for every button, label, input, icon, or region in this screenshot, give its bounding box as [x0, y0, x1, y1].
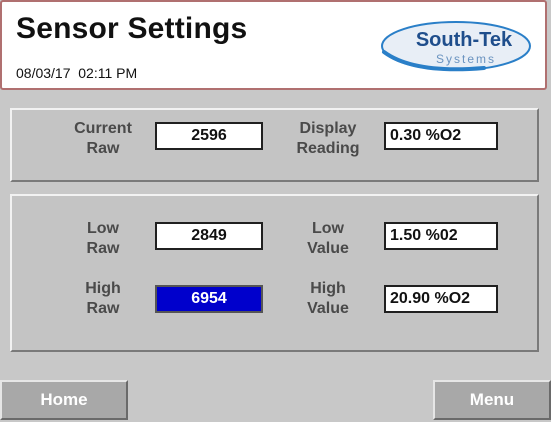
home-button[interactable]: Home	[0, 380, 128, 420]
header: Sensor Settings 08/03/17 02:11 PM South-…	[0, 0, 547, 90]
high-value-label: High Value	[307, 280, 349, 317]
low-value-field[interactable]: 1.50 %02	[384, 222, 498, 250]
low-value-label: Low Value	[307, 220, 349, 257]
display-reading-field: 0.30 %O2	[384, 122, 498, 150]
logo-name: South-Tek	[416, 29, 513, 51]
current-raw-field: 2596	[155, 122, 263, 150]
calibration-panel	[10, 194, 539, 352]
south-tek-logo: South-Tek Systems	[374, 16, 534, 74]
date-time: 08/03/17 02:11 PM	[16, 65, 138, 81]
current-raw-label: Current Raw	[74, 120, 132, 157]
low-raw-label: Low Raw	[86, 220, 120, 257]
logo-subtitle: Systems	[436, 52, 496, 66]
low-raw-field[interactable]: 2849	[155, 222, 263, 250]
menu-button[interactable]: Menu	[433, 380, 551, 420]
high-raw-field[interactable]: 6954	[155, 285, 263, 313]
high-raw-label: High Raw	[85, 280, 121, 317]
page-title: Sensor Settings	[16, 12, 248, 45]
high-value-field[interactable]: 20.90 %O2	[384, 285, 498, 313]
display-reading-label: Display Reading	[296, 120, 360, 157]
